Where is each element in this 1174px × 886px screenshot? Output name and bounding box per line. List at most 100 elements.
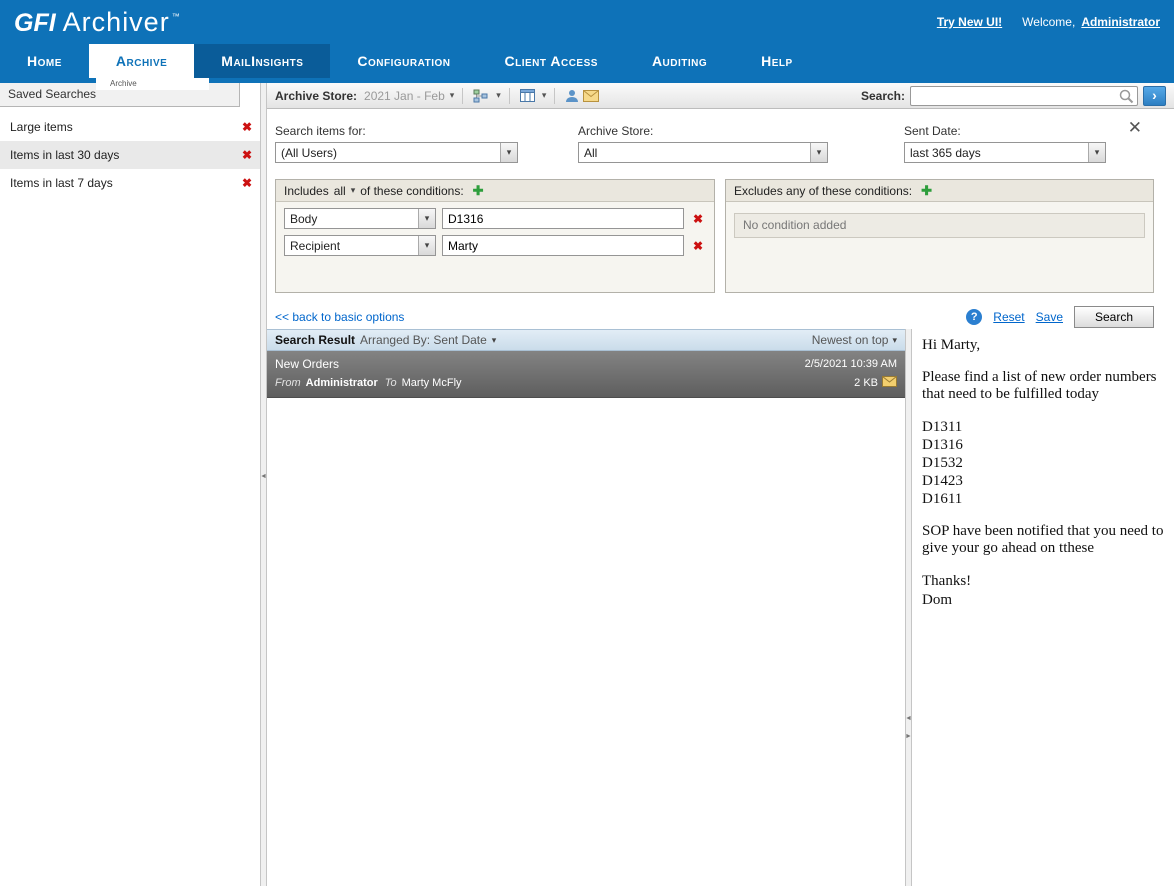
collapse-sidebar-icon[interactable]: ◄ (260, 473, 267, 480)
order-number: D1316 (922, 436, 1164, 454)
delete-saved-search-icon[interactable]: ✖ (239, 148, 255, 162)
condition-value-input[interactable] (442, 208, 684, 229)
includes-mode-select[interactable]: all (334, 184, 346, 198)
mail-icon[interactable] (581, 88, 601, 104)
search-items-for-select[interactable]: (All Users) ▾ (275, 142, 518, 163)
result-row-top: New Orders 2/5/2021 10:39 AM (275, 357, 897, 371)
archive-store-select[interactable]: All ▾ (578, 142, 828, 163)
saved-search-item[interactable]: Items in last 30 days ✖ (0, 141, 260, 169)
collapse-preview-left-icon[interactable]: ◄ (905, 715, 912, 722)
sent-date-select[interactable]: last 365 days ▾ (904, 142, 1106, 163)
nav-substrip: Archive (0, 78, 1174, 83)
includes-conditions-box: Includes all ▾ of these conditions: ✚ Bo… (275, 179, 715, 293)
search-button[interactable]: Search (1074, 306, 1154, 328)
result-row[interactable]: New Orders 2/5/2021 10:39 AM From Admini… (267, 351, 905, 398)
sent-date-group: Sent Date: last 365 days ▾ (904, 124, 1106, 163)
arranged-by[interactable]: Arranged By: Sent Date (360, 333, 487, 347)
add-exclude-condition-icon[interactable]: ✚ (921, 183, 932, 199)
condition-field-select[interactable]: Body ▾ (284, 208, 436, 229)
username-link[interactable]: Administrator (1081, 15, 1160, 29)
tab-help[interactable]: Help (734, 44, 820, 78)
delete-saved-search-icon[interactable]: ✖ (239, 120, 255, 134)
main-nav: Home Archive MailInsights Configuration … (0, 44, 1174, 78)
search-icon[interactable] (1119, 89, 1134, 107)
order-number: D1423 (922, 472, 1164, 490)
toolbar-separator (462, 88, 463, 104)
search-box (910, 86, 1138, 106)
email-paragraph: Please find a list of new order numbers … (922, 369, 1164, 403)
saved-search-label: Items in last 7 days (10, 176, 239, 190)
email-order-list: D1311 D1316 D1532 D1423 D1611 (922, 418, 1164, 508)
excludes-conditions-box: Excludes any of these conditions: ✚ No c… (725, 179, 1154, 293)
archive-store-label: Archive Store: (275, 89, 357, 103)
toolbar-separator (509, 88, 510, 104)
tab-auditing[interactable]: Auditing (625, 44, 734, 78)
email-preview-pane: Hi Marty, Please find a list of new orde… (912, 329, 1174, 886)
brand-gfi: GFI (14, 9, 56, 38)
toolbar-search: Search: › (861, 86, 1166, 106)
columns-view-dropdown-icon[interactable]: ▾ (542, 90, 547, 101)
sidebar-splitter[interactable]: ◄ (260, 83, 267, 886)
preview-splitter[interactable]: ◄ ► (905, 329, 912, 886)
help-icon[interactable]: ? (966, 309, 982, 325)
sort-order-dropdown-icon[interactable]: ▾ (892, 335, 897, 346)
includes-suffix: of these conditions: (360, 184, 463, 198)
saved-search-label: Items in last 30 days (10, 148, 239, 162)
archive-store-value[interactable]: 2021 Jan - Feb (364, 89, 445, 103)
toolbar-separator (554, 88, 555, 104)
results-empty-area (267, 398, 905, 886)
tab-mailinsights[interactable]: MailInsights (194, 44, 330, 78)
columns-view-icon[interactable] (518, 87, 537, 104)
email-closing: Thanks! Dom (922, 572, 1164, 610)
sort-order[interactable]: Newest on top ▾ (812, 333, 897, 347)
remove-condition-icon[interactable]: ✖ (690, 212, 706, 226)
folder-tree-dropdown-icon[interactable]: ▾ (496, 90, 501, 101)
chevron-down-icon[interactable]: ▾ (810, 143, 827, 162)
search-input[interactable] (910, 86, 1138, 106)
condition-value-input[interactable] (442, 235, 684, 256)
welcome-text: Welcome, (1022, 15, 1075, 29)
chevron-down-icon[interactable]: ▾ (418, 236, 435, 255)
arranged-by-dropdown-icon[interactable]: ▾ (492, 335, 497, 346)
tab-client-access[interactable]: Client Access (478, 44, 625, 78)
condition-field-value: Recipient (285, 239, 418, 253)
saved-search-item[interactable]: Large items ✖ (0, 113, 260, 141)
saved-search-item[interactable]: Items in last 7 days ✖ (0, 169, 260, 197)
archive-store-filter-label: Archive Store: (578, 124, 828, 138)
add-include-condition-icon[interactable]: ✚ (473, 183, 484, 199)
user-icon[interactable] (563, 87, 581, 105)
order-number: D1611 (922, 490, 1164, 508)
tab-home[interactable]: Home (0, 44, 89, 78)
result-row-bottom: From Administrator To Marty McFly 2 KB (275, 376, 897, 390)
folder-tree-icon[interactable] (471, 87, 491, 105)
condition-row: Body ▾ ✖ (284, 208, 706, 229)
conditions-area: Includes all ▾ of these conditions: ✚ Bo… (275, 179, 1164, 293)
includes-prefix: Includes (284, 184, 329, 198)
archive-store-dropdown-icon[interactable]: ▾ (450, 90, 455, 101)
app-header: GFI Archiver ™ Try New UI! Welcome, Admi… (0, 0, 1174, 44)
tab-configuration[interactable]: Configuration (330, 44, 477, 78)
search-items-for-group: Search items for: (All Users) ▾ (275, 124, 518, 163)
filter-groups: Search items for: (All Users) ▾ Archive … (275, 124, 1164, 163)
delete-saved-search-icon[interactable]: ✖ (239, 176, 255, 190)
chevron-down-icon[interactable]: ▾ (500, 143, 517, 162)
condition-field-select[interactable]: Recipient ▾ (284, 235, 436, 256)
back-to-basic-options-link[interactable]: << back to basic options (275, 310, 404, 324)
try-new-ui-link[interactable]: Try New UI! (937, 15, 1002, 29)
action-buttons: ? Reset Save Search (966, 306, 1154, 328)
tab-archive[interactable]: Archive (89, 44, 194, 78)
save-link[interactable]: Save (1036, 310, 1063, 324)
remove-condition-icon[interactable]: ✖ (690, 239, 706, 253)
brand-logo: GFI Archiver ™ (14, 7, 180, 38)
envelope-icon (882, 376, 897, 390)
archive-submenu[interactable]: Archive (96, 78, 209, 90)
reset-link[interactable]: Reset (993, 310, 1024, 324)
chevron-down-icon[interactable]: ▾ (1088, 143, 1105, 162)
close-icon[interactable]: ✕ (1128, 119, 1142, 136)
sort-order-label: Newest on top (812, 333, 889, 347)
includes-mode-dropdown-icon[interactable]: ▾ (351, 185, 356, 196)
collapse-preview-right-icon[interactable]: ► (905, 733, 912, 740)
search-go-button[interactable]: › (1143, 86, 1166, 106)
archive-store-group: Archive Store: All ▾ (578, 124, 828, 163)
chevron-down-icon[interactable]: ▾ (418, 209, 435, 228)
